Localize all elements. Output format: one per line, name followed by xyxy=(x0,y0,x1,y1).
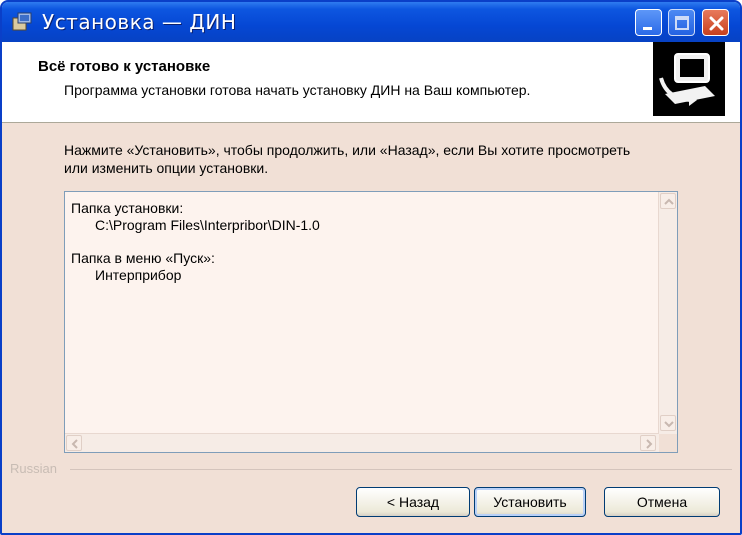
scroll-down-arrow-icon[interactable] xyxy=(660,415,676,431)
window-title: Установка — ДИН xyxy=(42,10,237,34)
scroll-up-arrow-icon[interactable] xyxy=(660,193,676,209)
start-menu-value: Интерприбор xyxy=(95,267,182,283)
language-label: Russian xyxy=(10,461,57,476)
computer-install-icon xyxy=(653,42,725,116)
setup-app-icon xyxy=(10,10,34,34)
horizontal-scrollbar[interactable] xyxy=(65,433,659,452)
vertical-scrollbar[interactable] xyxy=(658,192,677,434)
page-subtitle: Программа установки готова начать устано… xyxy=(64,82,531,98)
footer-divider xyxy=(70,469,732,470)
cancel-button[interactable]: Отмена xyxy=(604,487,720,517)
close-button[interactable] xyxy=(702,9,729,36)
installer-window: Установка — ДИН Всё готово к установке П… xyxy=(0,0,742,535)
page-title: Всё готово к установке xyxy=(38,58,211,75)
memo-content: Папка установки: C:\Program Files\Interp… xyxy=(71,200,320,284)
back-button[interactable]: < Назад xyxy=(356,487,470,517)
scroll-right-arrow-icon[interactable] xyxy=(640,435,656,451)
install-folder-value: C:\Program Files\Interpribor\DIN-1.0 xyxy=(95,217,320,233)
maximize-button[interactable] xyxy=(668,9,695,36)
ready-memo[interactable]: Папка установки: C:\Program Files\Interp… xyxy=(64,191,678,453)
wizard-header: Всё готово к установке Программа установ… xyxy=(2,42,740,123)
wizard-body: Нажмите «Установить», чтобы продолжить, … xyxy=(2,123,740,533)
title-bar[interactable]: Установка — ДИН xyxy=(2,2,740,42)
start-menu-label: Папка в меню «Пуск»: xyxy=(71,250,215,266)
minimize-button[interactable] xyxy=(635,9,662,36)
install-folder-label: Папка установки: xyxy=(71,200,184,216)
install-button[interactable]: Установить xyxy=(474,487,586,517)
instruction-text: Нажмите «Установить», чтобы продолжить, … xyxy=(64,142,631,176)
scrollbar-corner xyxy=(659,434,677,452)
scroll-left-arrow-icon[interactable] xyxy=(66,435,82,451)
